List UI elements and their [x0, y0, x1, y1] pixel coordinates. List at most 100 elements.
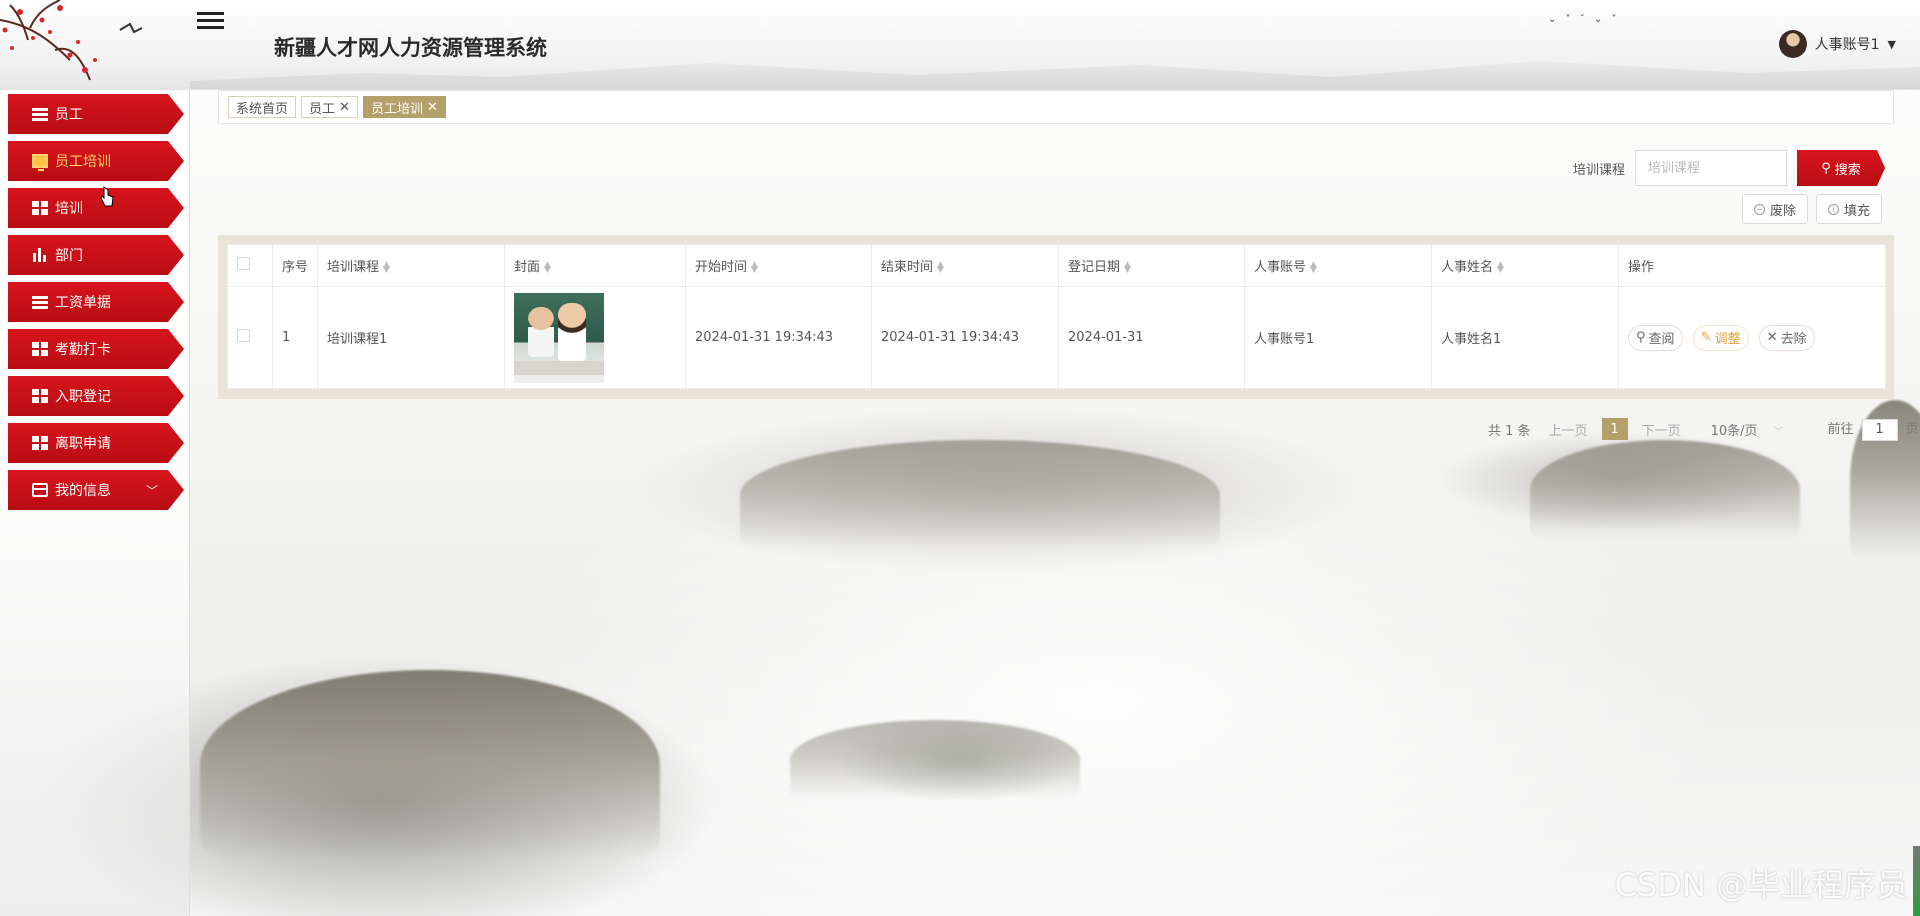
cloud-mountain [740, 440, 1220, 550]
column-header[interactable]: 人事姓名 ▲ ▼ [1431, 244, 1619, 287]
sort-icon[interactable]: ▲ ▼ [937, 260, 944, 274]
delete-button[interactable]: ✕ 去除 [1758, 324, 1815, 351]
sort-icon[interactable]: ▲ ▼ [751, 260, 758, 274]
view-button[interactable]: ⚲ 查阅 [1628, 324, 1683, 351]
search-label: 培训课程 [1572, 162, 1625, 178]
card-icon [32, 483, 48, 497]
data-table-container: 序号 培训课程 ▲ ▼ 封面 ▲ ▼ 开始时间 ▲ ▼ 结束时间 ▲ ▼ 登记日期 ▲ ▼ 人事账号… [218, 235, 1894, 399]
user-menu[interactable]: 人事账号1 ▼ [1778, 30, 1896, 58]
sort-icon[interactable]: ▲ ▼ [1497, 260, 1504, 274]
grid-icon [32, 201, 48, 215]
page-size-select[interactable]: 10条/页 ﹀ [1711, 420, 1784, 439]
cover-image[interactable] [514, 292, 604, 383]
goto-page: 前往 页 [1828, 418, 1919, 441]
sidebar-item-onboarding[interactable]: 入职登记 [8, 376, 184, 416]
mouse-cursor-icon [100, 186, 114, 207]
column-header: 操作 [1618, 244, 1886, 287]
sidebar-item-label: 入职登记 [55, 389, 111, 405]
menu-toggle-icon[interactable] [197, 10, 224, 32]
sidebar-item-department[interactable]: 部门 [8, 235, 184, 275]
course-cell: 培训课程1 [317, 286, 505, 389]
close-icon[interactable]: ✕ [427, 100, 438, 115]
sidebar-item-employee[interactable]: 员工 [8, 94, 184, 134]
table-row: 1 培训课程1 2024-01-31 19:34:43 2024-01-31 1… [227, 286, 1886, 389]
row-checkbox[interactable] [237, 329, 250, 342]
bulk-actions: − 废除 i 填充 [1741, 194, 1882, 224]
discard-button[interactable]: − 废除 [1741, 194, 1808, 224]
sidebar-item-label: 员工 [55, 107, 83, 123]
grid-icon [32, 389, 48, 403]
edit-icon: ✎ [1700, 330, 1712, 345]
cloud-mountain [1530, 440, 1800, 540]
sidebar-item-label: 培训 [55, 201, 83, 217]
sidebar-item-label: 我的信息 [55, 483, 111, 499]
caret-down-icon: ▼ [1887, 37, 1896, 51]
watermark: CSDN @毕业程序员 [1614, 866, 1908, 904]
sidebar-item-training[interactable]: 培训 [8, 188, 184, 228]
page-number-button[interactable]: 1 [1601, 418, 1628, 441]
sidebar-item-resignation[interactable]: 离职申请 [8, 423, 184, 463]
discard-label: 废除 [1769, 203, 1796, 219]
column-header[interactable]: 开始时间 ▲ ▼ [685, 244, 872, 287]
sidebar-item-label: 离职申请 [55, 436, 111, 452]
pagination: 共 1 条 上一页 1 下一页 10条/页 ﹀ 前往 页 [1488, 418, 1919, 441]
cloud-mountain [790, 720, 1080, 800]
close-icon: ✕ [1766, 330, 1778, 345]
training-table: 序号 培训课程 ▲ ▼ 封面 ▲ ▼ 开始时间 ▲ ▼ 结束时间 ▲ ▼ 登记日期 ▲ ▼ 人事账号… [227, 244, 1886, 389]
app-title: 新疆人才网人力资源管理系统 [274, 36, 547, 60]
goto-suffix: 页 [1905, 422, 1919, 437]
scrollbar[interactable] [1913, 846, 1920, 916]
tab-home[interactable]: 系统首页 [228, 96, 297, 118]
sort-icon[interactable]: ▲ ▼ [1310, 260, 1317, 274]
sidebar-item-my-info[interactable]: 我的信息 ﹀ [8, 470, 184, 510]
search-input[interactable] [1635, 150, 1787, 186]
grid-icon [32, 342, 48, 356]
search-icon: ⚲ [1821, 160, 1831, 176]
column-header[interactable]: 登记日期 ▲ ▼ [1058, 244, 1245, 287]
sort-icon[interactable]: ▲ ▼ [1124, 260, 1131, 274]
fill-button[interactable]: i 填充 [1815, 194, 1882, 224]
tab-employee[interactable]: 员工 ✕ [301, 96, 358, 118]
top-header: 新疆人才网人力资源管理系统 ⌄ ˅ ˇ ⌄ ˅ 人事账号1 ▼ [0, 0, 1920, 90]
info-circle-icon: i [1827, 203, 1839, 215]
goto-label: 前往 [1827, 422, 1854, 437]
search-button[interactable]: ⚲ 搜索 [1797, 150, 1885, 186]
column-header[interactable]: 人事账号 ▲ ▼ [1244, 244, 1432, 287]
register-date-cell: 2024-01-31 [1058, 286, 1245, 389]
column-header[interactable]: 封面 ▲ ▼ [504, 244, 686, 287]
start-time-cell: 2024-01-31 19:34:43 [685, 286, 872, 389]
search-bar: 培训课程 ⚲ 搜索 [1573, 150, 1885, 186]
sidebar-item-payroll[interactable]: 工资单据 [8, 282, 184, 322]
select-all-checkbox[interactable] [237, 257, 250, 270]
minus-circle-icon: − [1753, 203, 1765, 215]
column-header[interactable]: 结束时间 ▲ ▼ [871, 244, 1059, 287]
grid-icon [32, 436, 48, 450]
list-icon [32, 107, 48, 121]
goto-page-input[interactable] [1861, 418, 1898, 441]
next-page-button[interactable]: 下一页 [1642, 420, 1681, 439]
row-select-cell [227, 286, 273, 389]
column-header[interactable]: 培训课程 ▲ ▼ [317, 244, 505, 287]
sidebar-item-employee-training[interactable]: 员工培训 [8, 141, 184, 181]
sidebar-item-label: 考勤打卡 [55, 342, 111, 358]
close-icon[interactable]: ✕ [339, 100, 350, 115]
table-header-row: 序号 培训课程 ▲ ▼ 封面 ▲ ▼ 开始时间 ▲ ▼ 结束时间 ▲ ▼ 登记日期 ▲ ▼ 人事账号… [227, 244, 1886, 287]
landscape-background [0, 0, 1920, 916]
sidebar-item-label: 员工培训 [55, 154, 111, 170]
sort-icon[interactable]: ▲ ▼ [544, 260, 551, 274]
column-header: 序号 [272, 244, 318, 287]
select-all-cell [227, 244, 273, 287]
sidebar-item-label: 部门 [55, 248, 83, 264]
view-label: 查阅 [1648, 332, 1675, 347]
fill-label: 填充 [1843, 203, 1870, 219]
tab-bar: 系统首页 员工 ✕ 员工培训 ✕ [218, 90, 1894, 124]
chevron-down-icon: ﹀ [145, 484, 158, 498]
cliff-mountain [200, 670, 660, 860]
sort-icon[interactable]: ▲ ▼ [383, 260, 390, 274]
tab-employee-training[interactable]: 员工培训 ✕ [362, 96, 446, 118]
index-cell: 1 [272, 286, 318, 389]
search-button-label: 搜索 [1834, 162, 1861, 178]
prev-page-button[interactable]: 上一页 [1549, 420, 1588, 439]
sidebar-item-attendance[interactable]: 考勤打卡 [8, 329, 184, 369]
edit-button[interactable]: ✎ 调整 [1692, 324, 1749, 351]
